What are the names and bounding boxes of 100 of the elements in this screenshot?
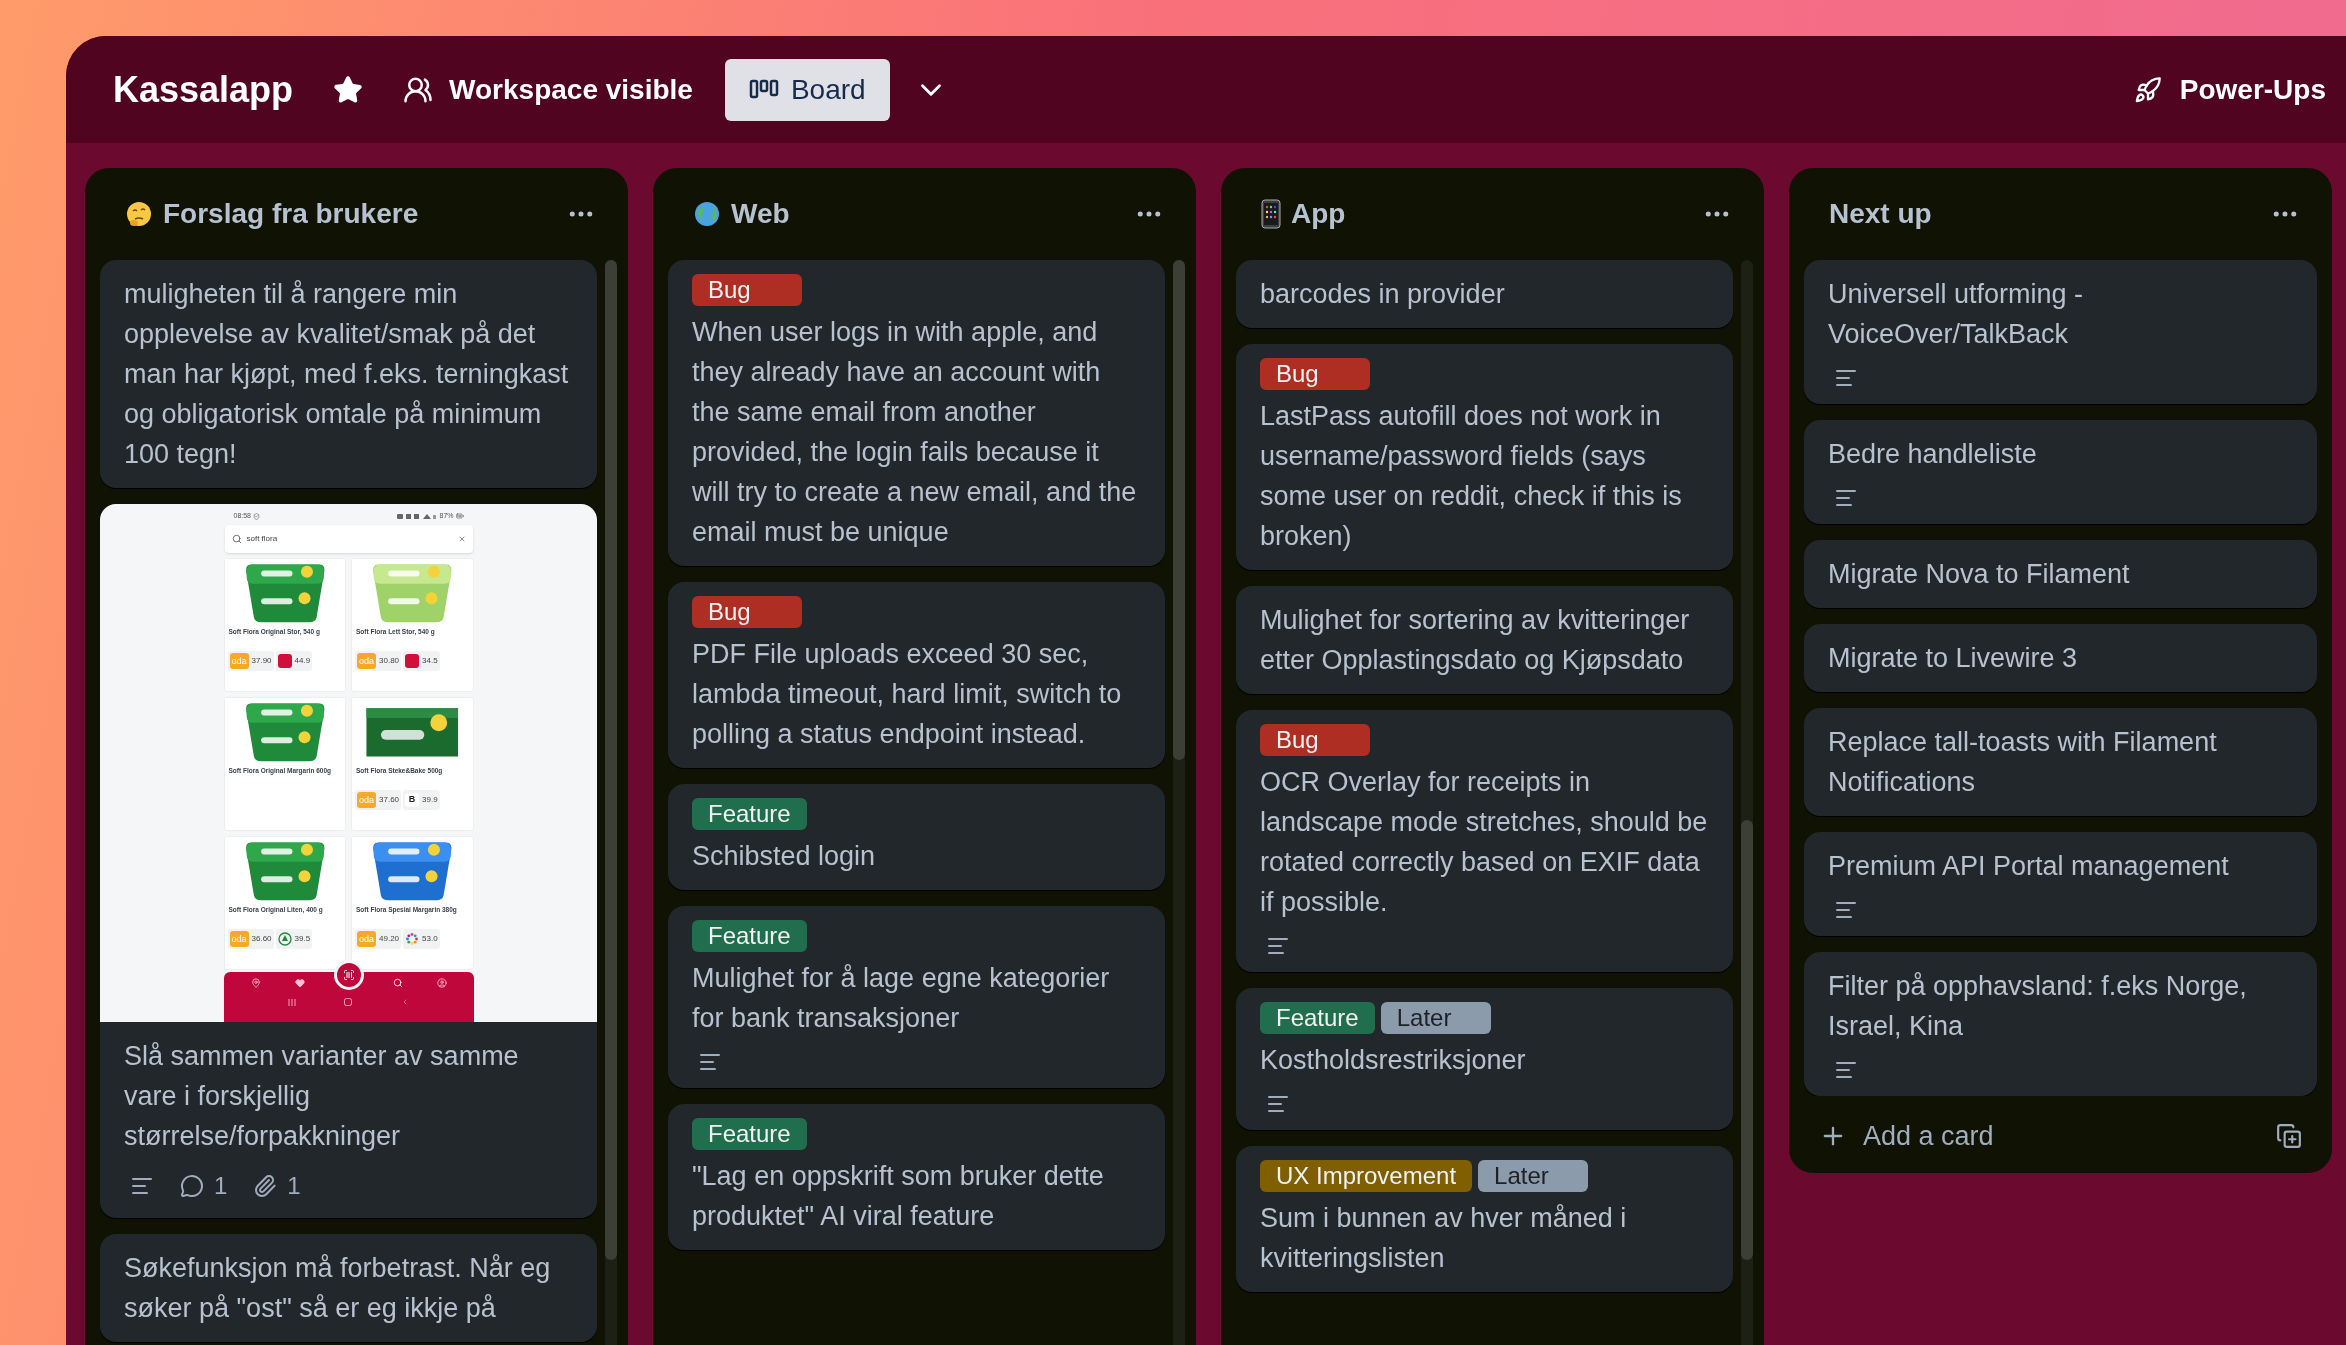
store-logo [277,654,292,668]
phone-icon [1261,199,1281,229]
home-icon[interactable] [344,998,353,1006]
board-icon [748,78,779,101]
visibility-button[interactable]: Workspace visible [403,68,693,111]
search-icon[interactable] [392,978,403,988]
card[interactable]: Feature "Lag en oppskrift som bruker dette produktet" AI viral feature [668,1104,1165,1250]
dot-ring-logo-icon [405,932,420,946]
rocket-icon [2133,75,2162,104]
star-icon[interactable] [333,74,364,105]
board-title: Kassalapp [113,67,294,112]
card-title: Mulighet for å lage egne kategorier for bank transaksjoner [692,962,1111,1035]
list-title: App [1291,197,1347,231]
card-label[interactable]: UX Improvement [1260,1160,1473,1192]
card-title: Migrate to Livewire 3 [1828,642,2079,675]
store-logo: oda [229,653,249,669]
card-title: OCR Overlay for receipts in landscape mode stretches, should be rotated correctly based on EXIF data if possible. [1260,766,1709,919]
card[interactable]: Premium API Portal management [1804,832,2317,936]
card-title: Migrate Nova to Filament [1828,558,2131,591]
card[interactable]: Migrate to Livewire 3 [1804,624,2317,692]
store-logo [405,654,420,668]
battery-icon [455,512,464,520]
search-icon [231,534,242,544]
store-logo: oda [357,792,377,808]
price: 37.90 [251,655,272,667]
card[interactable]: Bug LastPass autofill does not work in username/password fields (says some user on reddit, check if this is broken) [1236,344,1733,570]
card[interactable]: Replace tall-toasts with Filament Notifications [1804,708,2317,816]
card[interactable]: Universell utforming - VoiceOver/TalkBack [1804,260,2317,404]
globe-icon [693,200,721,228]
card-title: Kostholdsrestriksjoner [1260,1044,1527,1077]
card-title: When user logs in with apple, and they already have an account with the same email from another provided, the login fails because it will try to create a new email, and the email must be unique [692,316,1138,549]
card[interactable]: Migrate Nova to Filament [1804,540,2317,608]
heart-icon[interactable] [294,978,305,988]
card-title: Schibsted login [692,840,877,873]
profile-icon[interactable] [436,978,447,988]
card-title: Mulighet for sortering av kvitteringer etter Opplastingsdato og Kjøpsdato [1260,604,1691,677]
card[interactable]: Feature Mulighet for å lage egne kategorier for bank transaksjoner [668,906,1165,1088]
card[interactable]: Mulighet for sortering av kvitteringer etter Opplastingsdato og Kjøpsdato [1236,586,1733,694]
card-title: Bedre handleliste [1828,438,2038,471]
price: 39.5 [294,933,311,945]
comment-icon [180,1174,204,1198]
price: 53.0 [422,933,438,945]
card[interactable]: Feature Later Kostholdsrestriksjoner [1236,988,1733,1130]
close-icon[interactable] [457,535,466,543]
store-logo: oda [357,653,377,669]
comment-count: 1 [214,1171,228,1201]
card-label[interactable]: Bug [692,274,802,306]
card[interactable]: Filter på opphavsland: f.eks Norge, Israel, Kina [1804,952,2317,1096]
card[interactable]: UX Improvement Later Sum i bunnen av hver måned i kvitteringslisten [1236,1146,1733,1292]
card-title: Universell utforming - VoiceOver/TalkBack [1828,278,2085,351]
card-title: Filter på opphavsland: f.eks Norge, Israel, Kina [1828,970,2248,1043]
card[interactable]: Bug When user logs in with apple, and they already have an account with the same email from another provided, the login fails because it will try to create a new email, and the email must be unique [668,260,1165,566]
card-title: LastPass autofill does not work in username/password fields (says some user on reddit, check if this is broken) [1260,400,1683,553]
add-card-button[interactable]: Add a card [1819,1116,2260,1157]
card[interactable]: Bug PDF File uploads exceed 30 sec, lambda timeout, hard limit, switch to polling a status endpoint instead. [668,582,1165,768]
card-label[interactable]: Bug [692,596,802,628]
card[interactable]: barcodes in provider [1236,260,1733,328]
search-field[interactable]: soft flora [224,525,473,553]
scan-button[interactable] [333,960,364,990]
attachment-count: 1 [287,1171,301,1201]
list-title: Web [731,197,791,231]
store-logo: B [405,793,420,807]
card-label[interactable]: Bug [1260,358,1370,390]
price: 36.60 [251,933,272,945]
card[interactable]: Søkefunksjon må forbetrast. Når eg søker på "ost" så er eg ikkje på [100,1234,597,1342]
status-icons [397,512,438,520]
card-label[interactable]: Later [1380,1002,1491,1034]
price: 30.80 [379,655,400,667]
card-label[interactable]: Feature [692,798,807,830]
card-title: Premium API Portal management [1828,850,2230,883]
thinking-emoji-icon [125,200,153,228]
card-label[interactable]: Feature [692,920,807,952]
card-title: Slå sammen varianter av samme vare i forskjellig størrelse/forpakkninger [124,1040,520,1153]
tree-logo-icon [277,932,292,946]
card-label[interactable]: Feature [1260,1002,1375,1034]
power-ups-button[interactable]: Power-Ups [2133,68,2326,111]
card-label[interactable]: Later [1478,1160,1589,1192]
scrollbar-thumb[interactable] [1741,820,1753,1260]
price: 39.9 [422,794,438,806]
store-logo: oda [229,931,249,947]
card-label[interactable]: Bug [1260,724,1370,756]
map-pin-icon[interactable] [250,978,261,988]
card[interactable] [100,504,597,1218]
card[interactable]: muligheten til å rangere min opplevelse av kvalitet/smak på det man har kjøpt, med f.eks. terningkast og obligatorisk omtale på minimum 100 tegn! [100,260,597,488]
card[interactable]: Bedre handleliste [1804,420,2317,524]
shield-icon [253,512,261,520]
barcode-scan-icon [342,969,355,981]
card-title: Søkefunksjon må forbetrast. Når eg søker på "ost" så er eg ikkje på [124,1252,552,1325]
card[interactable]: Bug OCR Overlay for receipts in landscape mode stretches, should be rotated correctly based on EXIF data if possible. [1236,710,1733,972]
template-icon[interactable] [2276,1123,2302,1150]
card-title: barcodes in provider [1260,278,1506,311]
card[interactable]: Feature Schibsted login [668,784,1165,890]
card-label[interactable]: Feature [692,1118,807,1150]
scrollbar-thumb[interactable] [1173,260,1185,760]
card-title: Replace tall-toasts with Filament Notifications [1828,726,2218,799]
board-view-button[interactable]: Board [724,58,890,121]
price: 34.5 [422,655,438,667]
price: 49.20 [379,933,400,945]
price: 37.60 [379,794,400,806]
store-logo: oda [357,931,377,947]
